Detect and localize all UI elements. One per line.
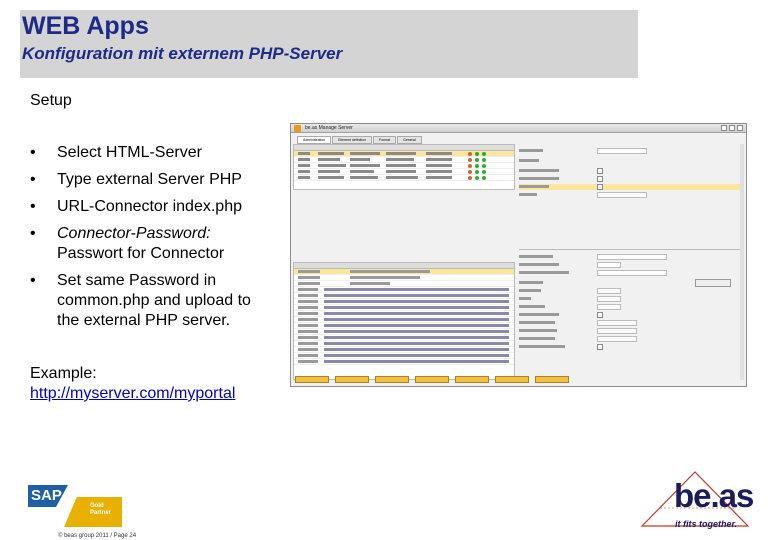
list-item-text: Type external Server PHP bbox=[57, 171, 242, 188]
field-row bbox=[519, 148, 744, 154]
app-icon bbox=[294, 125, 301, 132]
list-item-text: common.php and upload to bbox=[57, 292, 251, 309]
field-row bbox=[519, 296, 744, 302]
screenshot-window-title: be.as Manage Server bbox=[291, 124, 746, 133]
field-row bbox=[519, 254, 744, 260]
sap-logo: SAP bbox=[28, 485, 68, 507]
server-grid bbox=[293, 144, 515, 190]
list-item: • URL-Connector index.php bbox=[30, 197, 285, 217]
screenshot-button bbox=[415, 376, 449, 383]
tab-element-definition: Element definition bbox=[332, 136, 373, 144]
tab-format: Format bbox=[373, 136, 397, 144]
field-row bbox=[519, 262, 744, 268]
example-link[interactable]: http://myserver.com/myportal bbox=[30, 385, 235, 403]
list-item: the external PHP server. bbox=[30, 311, 285, 331]
field-row bbox=[519, 168, 744, 174]
bullet-icon: • bbox=[30, 144, 36, 161]
server-details-pane bbox=[519, 144, 744, 384]
list-item-text: URL-Connector index.php bbox=[57, 198, 242, 215]
page-subtitle: Konfiguration mit externem PHP-Server bbox=[22, 44, 343, 63]
field-row bbox=[519, 192, 744, 198]
beas-tagline: it fits together. bbox=[675, 519, 738, 529]
field-row bbox=[519, 312, 744, 318]
bullet-icon: • bbox=[30, 272, 36, 289]
screenshot-button bbox=[295, 376, 329, 383]
tab-general: General bbox=[397, 136, 422, 144]
screenshot-button bbox=[375, 376, 409, 383]
field-row bbox=[519, 344, 744, 350]
footer-text: © beas group 2011 / Page 24 bbox=[58, 533, 137, 539]
close-icon bbox=[737, 125, 743, 131]
maximize-icon bbox=[729, 125, 735, 131]
screenshot-button bbox=[495, 376, 529, 383]
field-row bbox=[519, 288, 744, 294]
window-controls bbox=[721, 125, 743, 131]
tab-administration: Administration bbox=[297, 136, 332, 144]
list-item: Passwort for Connector bbox=[30, 244, 285, 264]
list-item: common.php and upload to bbox=[30, 291, 285, 311]
field-row bbox=[519, 176, 744, 182]
field-row bbox=[519, 320, 744, 326]
list-item-text: Set same Password in bbox=[57, 272, 217, 289]
field-row bbox=[519, 158, 744, 164]
setup-heading: Setup bbox=[30, 92, 72, 109]
log-grid bbox=[293, 262, 515, 380]
example-label: Example: bbox=[30, 365, 97, 382]
list-item: • Connector-Password: bbox=[30, 224, 285, 244]
scrollbar bbox=[740, 144, 744, 380]
field-row bbox=[519, 270, 744, 276]
field-row bbox=[519, 304, 744, 310]
list-item-text: Connector-Password: bbox=[57, 225, 211, 242]
list-item-text: the external PHP server. bbox=[57, 312, 231, 329]
bullet-icon: • bbox=[30, 171, 36, 188]
section-header bbox=[519, 244, 744, 250]
screenshot-button bbox=[455, 376, 489, 383]
bullet-list: • Select HTML-Server • Type external Serve… bbox=[30, 143, 285, 331]
gold-partner-badge: Gold Partner bbox=[64, 497, 122, 527]
page-title: WEB Apps bbox=[22, 12, 149, 40]
field-row bbox=[519, 184, 744, 190]
bullet-icon: • bbox=[30, 198, 36, 215]
list-item-text: Passwort for Connector bbox=[57, 245, 225, 262]
list-item: • Select HTML-Server bbox=[30, 143, 285, 163]
manage-server-screenshot: be.as Manage Server Administration Eleme… bbox=[290, 123, 747, 387]
bullet-icon: • bbox=[30, 225, 36, 242]
table-row bbox=[294, 359, 514, 365]
minimize-icon bbox=[721, 125, 727, 131]
table-row bbox=[294, 175, 514, 181]
screenshot-bottom-buttons bbox=[295, 376, 569, 383]
beas-name: be.as bbox=[674, 477, 754, 514]
beas-logo: be.as it fits together. bbox=[640, 468, 760, 536]
screenshot-button bbox=[535, 376, 569, 383]
screenshot-button bbox=[335, 376, 369, 383]
screenshot-tabs: Administration Element definition Format… bbox=[297, 136, 423, 144]
list-item: • Type external Server PHP bbox=[30, 170, 285, 190]
screenshot-button bbox=[695, 279, 731, 287]
list-item: • Set same Password in bbox=[30, 271, 285, 291]
field-row bbox=[519, 328, 744, 334]
list-item-text: Select HTML-Server bbox=[57, 144, 202, 161]
field-row bbox=[519, 336, 744, 342]
